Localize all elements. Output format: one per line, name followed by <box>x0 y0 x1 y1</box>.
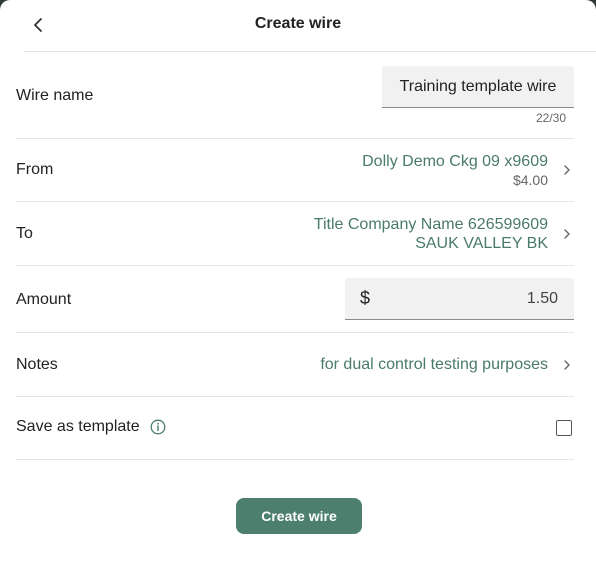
character-counter: 22/30 <box>535 111 566 125</box>
notes-value: for dual control testing purposes <box>320 356 548 373</box>
to-recipient-name: Title Company Name 626599609 <box>313 216 548 233</box>
save-template-label: Save as template <box>16 418 140 435</box>
page-title: Create wire <box>254 15 342 32</box>
from-value: Dolly Demo Ckg 09 x9609 $4.00 <box>362 152 548 190</box>
to-row[interactable]: To Title Company Name 626599609 SAUK VAL… <box>16 202 574 266</box>
from-balance: $4.00 <box>512 172 548 188</box>
chevron-right-icon <box>560 227 574 241</box>
chevron-right-icon <box>560 358 574 372</box>
header: Create wire <box>24 0 596 52</box>
save-template-label-wrap: Save as template <box>16 418 166 436</box>
notes-label: Notes <box>16 356 58 373</box>
wire-name-label: Wire name <box>16 87 94 104</box>
amount-field: $ <box>345 278 574 320</box>
amount-row: Amount $ <box>16 266 574 333</box>
info-icon[interactable] <box>150 419 166 435</box>
save-template-row: Save as template <box>16 397 574 460</box>
currency-symbol: $ <box>360 288 371 308</box>
from-label: From <box>16 161 54 178</box>
wire-name-input[interactable] <box>382 66 574 108</box>
chevron-right-icon <box>560 163 574 177</box>
amount-label: Amount <box>16 291 72 308</box>
notes-row[interactable]: Notes for dual control testing purposes <box>16 333 574 397</box>
to-bank-name: SAUK VALLEY BK <box>415 235 548 252</box>
amount-input[interactable] <box>381 278 558 319</box>
wire-name-row: Wire name 22/30 <box>16 52 574 139</box>
to-label: To <box>16 225 33 242</box>
create-wire-dialog: Create wire Wire name 22/30 From Dolly D… <box>0 0 596 566</box>
from-account: Dolly Demo Ckg 09 x9609 <box>362 153 548 170</box>
save-template-checkbox[interactable] <box>556 420 572 436</box>
to-value: Title Company Name 626599609 SAUK VALLEY… <box>314 215 548 253</box>
from-row[interactable]: From Dolly Demo Ckg 09 x9609 $4.00 <box>16 139 574 202</box>
create-wire-button[interactable]: Create wire <box>236 498 362 534</box>
